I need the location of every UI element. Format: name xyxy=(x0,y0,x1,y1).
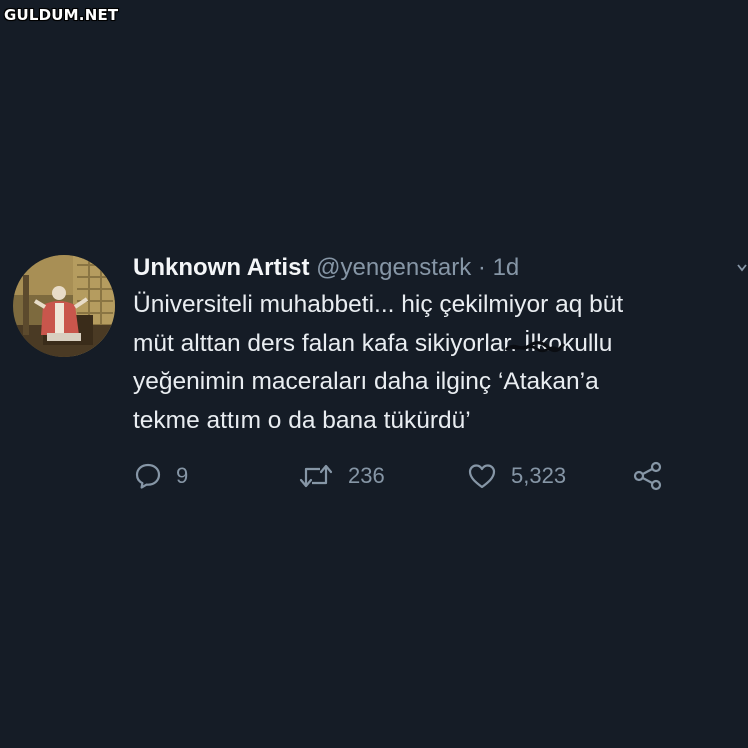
tweet-text-line: yeğenimin maceraları daha ilginç ‘Atakan… xyxy=(133,368,599,395)
retweet-count: 236 xyxy=(348,463,385,488)
chevron-down-icon[interactable] xyxy=(736,262,748,274)
tweet-timestamp[interactable]: 1d xyxy=(493,254,520,281)
retweet-button[interactable]: 236 xyxy=(298,458,385,494)
share-button[interactable] xyxy=(632,458,664,494)
tweet-text-line: Üniversiteli muhabbeti... hiç çekilmiyor… xyxy=(133,291,624,318)
tweet: Unknown Artist @yengenstark · 1d Ünivers… xyxy=(0,0,748,748)
reply-count: 9 xyxy=(176,463,189,488)
share-icon xyxy=(633,461,662,491)
censor-scribble xyxy=(505,341,565,353)
tweet-header: Unknown Artist @yengenstark · 1d xyxy=(133,254,519,282)
heart-icon xyxy=(468,464,496,489)
like-button[interactable]: 5,323 xyxy=(467,458,566,494)
reply-icon xyxy=(135,463,161,489)
tweet-actions: 9 236 5,323 xyxy=(0,458,748,494)
like-count: 5,323 xyxy=(511,463,567,488)
tweet-text-line: tekme attım o da bana tükürdü’ xyxy=(133,406,471,434)
tweet-text-line: müt alttan ders falan kafa sikiyorlar. İ… xyxy=(133,329,613,357)
tweet-text: Üniversiteli muhabbeti... hiç çekilmiyor… xyxy=(133,286,738,440)
author-name[interactable]: Unknown Artist xyxy=(133,254,309,281)
author-handle[interactable]: @yengenstark xyxy=(316,254,471,281)
avatar[interactable] xyxy=(13,255,115,357)
separator-dot: · xyxy=(477,254,486,281)
retweet-icon xyxy=(299,464,333,488)
reply-button[interactable]: 9 xyxy=(134,458,188,494)
